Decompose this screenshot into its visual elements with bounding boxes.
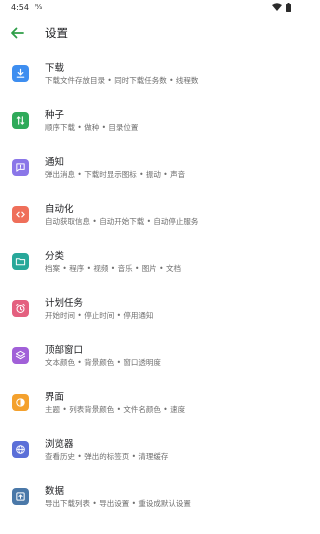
back-arrow-icon[interactable] [8,24,26,42]
status-time: 4:54 [11,3,29,12]
settings-item-browser[interactable]: 浏览器 查看历史 • 弹出的标签页 • 清理缓存 [0,432,300,479]
settings-item-label: 数据 [45,486,65,497]
settings-item-schedule[interactable]: 计划任务 开始时间 • 停止时间 • 停用通知 [0,291,300,338]
settings-item-notification[interactable]: 通知 弹出消息 • 下载时显示图标 • 振动 • 声音 [0,150,300,197]
globe-icon [12,441,29,458]
settings-list: 下载 下载文件存放目录 • 同时下载任务数 • 线程数 种子 顺序下载 • 做种… [0,56,300,526]
automation-icon [12,206,29,223]
notification-icon [12,159,29,176]
page-title: 设置 [45,26,68,40]
backup-icon [12,488,29,505]
settings-item-automation[interactable]: 自动化 自动获取信息 • 自动开始下载 • 自动停止服务 [0,197,300,244]
settings-item-label: 下载 [45,63,65,74]
settings-item-label: 界面 [45,392,65,403]
settings-item-subtitle: 顺序下载 • 做种 • 目录位置 [45,123,139,132]
app-bar: 设置 [0,16,300,48]
settings-item-label: 分类 [45,251,65,262]
wifi-icon [272,3,282,11]
settings-item-subtitle: 档案 • 程序 • 视频 • 音乐 • 图片 • 文档 [45,264,181,273]
settings-item-label: 自动化 [45,204,74,215]
settings-item-download[interactable]: 下载 下载文件存放目录 • 同时下载任务数 • 线程数 [0,56,300,103]
settings-item-subtitle: 弹出消息 • 下载时显示图标 • 振动 • 声音 [45,170,186,179]
settings-item-subtitle: 下载文件存放目录 • 同时下载任务数 • 线程数 [45,76,199,85]
settings-item-subtitle: 开始时间 • 停止时间 • 停用通知 [45,311,154,320]
settings-item-interface[interactable]: 界面 主题 • 列表背景颜色 • 文件名颜色 • 速度 [0,385,300,432]
folder-icon [12,253,29,270]
settings-item-subtitle: 导出下载列表 • 导出设置 • 重设成默认设置 [45,499,191,508]
theme-icon [12,394,29,411]
settings-item-label: 通知 [45,157,65,168]
settings-item-label: 浏览器 [45,439,74,450]
layers-icon [12,347,29,364]
download-icon [12,65,29,82]
settings-item-category[interactable]: 分类 档案 • 程序 • 视频 • 音乐 • 图片 • 文档 [0,244,300,291]
battery-icon [286,3,291,12]
settings-item-label: 种子 [45,110,65,121]
settings-item-subtitle: 文本颜色 • 背景颜色 • 窗口透明度 [45,358,161,367]
settings-item-label: 顶部窗口 [45,345,84,356]
settings-item-subtitle: 查看历史 • 弹出的标签页 • 清理缓存 [45,452,169,461]
settings-item-label: 计划任务 [45,298,84,309]
alarm-icon [12,300,29,317]
settings-item-data[interactable]: 数据 导出下载列表 • 导出设置 • 重设成默认设置 [0,479,300,526]
settings-item-subtitle: 主题 • 列表背景颜色 • 文件名颜色 • 速度 [45,405,186,414]
torrent-icon [12,112,29,129]
nfc-icon: ᴺ⁄ₐ [35,3,43,11]
status-bar: 4:54 ᴺ⁄ₐ [0,0,300,16]
settings-item-torrent[interactable]: 种子 顺序下载 • 做种 • 目录位置 [0,103,300,150]
settings-item-subtitle: 自动获取信息 • 自动开始下载 • 自动停止服务 [45,217,199,226]
settings-item-top-window[interactable]: 顶部窗口 文本颜色 • 背景颜色 • 窗口透明度 [0,338,300,385]
